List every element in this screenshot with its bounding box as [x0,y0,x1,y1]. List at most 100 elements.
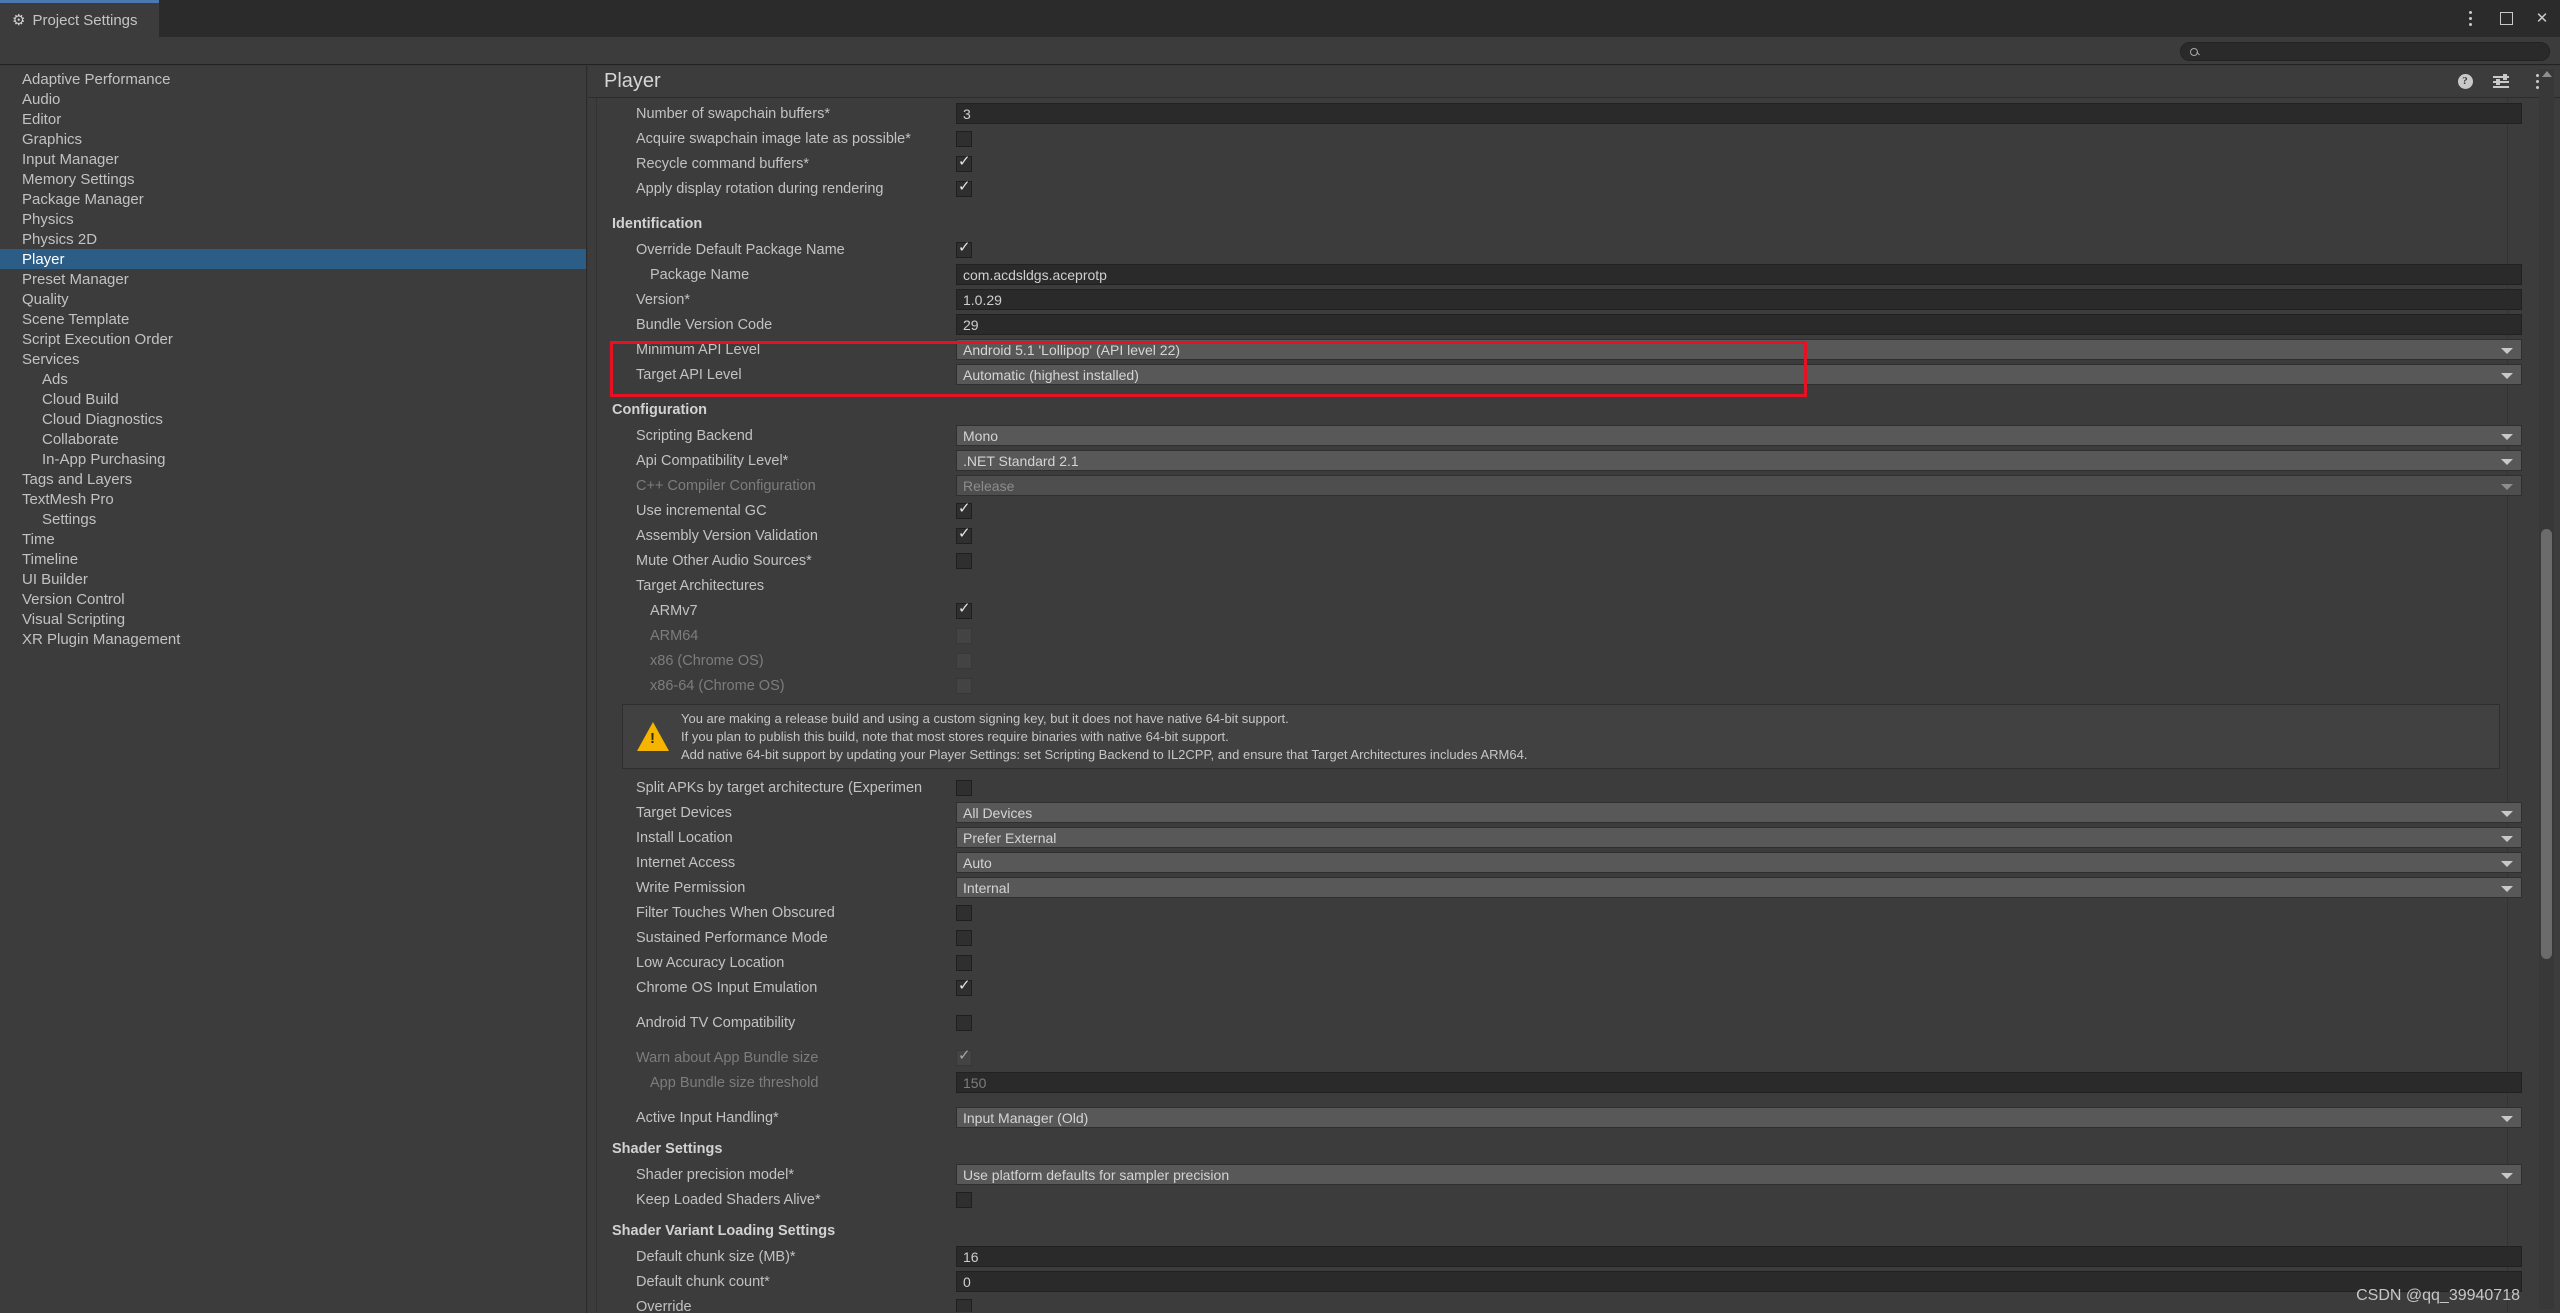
chrome-os-input-emulation-checkbox[interactable] [956,978,972,996]
sidebar-item-adaptive-performance[interactable]: Adaptive Performance [0,69,586,89]
table-row[interactable]: Android TV Compatibility [596,1010,2522,1035]
sidebar-item-physics[interactable]: Physics [0,209,586,229]
table-row[interactable]: Filter Touches When Obscured [596,900,2522,925]
sidebar-item-services[interactable]: Services [0,349,586,369]
table-row[interactable]: Override [596,1294,2522,1312]
minimum-api-level-dropdown[interactable]: Android 5.1 'Lollipop' (API level 22) [956,339,2522,360]
recycle-command-buffers-checkbox[interactable] [956,154,972,172]
table-row[interactable]: Acquire swapchain image late as possible… [596,126,2522,151]
table-row[interactable]: Override Default Package Name [596,237,2522,262]
table-row[interactable]: ARMv7 [596,598,2522,623]
table-row[interactable]: Write Permission Internal [596,875,2522,900]
table-row[interactable]: Target Devices All Devices [596,800,2522,825]
table-row[interactable]: Default chunk size (MB)* 16 [596,1244,2522,1269]
table-row[interactable]: Use incremental GC [596,498,2522,523]
table-row[interactable]: Api Compatibility Level* .NET Standard 2… [596,448,2522,473]
android-tv-compatibility-checkbox[interactable] [956,1014,972,1031]
sidebar-item-tags-and-layers[interactable]: Tags and Layers [0,469,586,489]
override-default-package-name-checkbox[interactable] [956,240,972,258]
sidebar-item-ui-builder[interactable]: UI Builder [0,569,586,589]
sidebar-item-ads[interactable]: Ads [0,369,586,389]
search-field[interactable] [2180,42,2550,61]
sidebar-item-graphics[interactable]: Graphics [0,129,586,149]
api-compatibility-level-dropdown[interactable]: .NET Standard 2.1 [956,450,2522,471]
table-row[interactable]: Default chunk count* 0 [596,1269,2522,1294]
bundle-version-code-input[interactable]: 29 [956,314,2522,335]
sidebar-item-audio[interactable]: Audio [0,89,586,109]
sidebar-item-memory-settings[interactable]: Memory Settings [0,169,586,189]
close-icon[interactable]: ✕ [2532,9,2552,29]
table-row[interactable]: Internet Access Auto [596,850,2522,875]
version-input[interactable]: 1.0.29 [956,289,2522,310]
table-row[interactable]: Install Location Prefer External [596,825,2522,850]
target-devices-dropdown[interactable]: All Devices [956,802,2522,823]
sidebar-item-in-app-purchasing[interactable]: In-App Purchasing [0,449,586,469]
sidebar-item-preset-manager[interactable]: Preset Manager [0,269,586,289]
settings-category-sidebar[interactable]: Adaptive Performance Audio Editor Graphics I… [0,66,587,1313]
default-chunk-size-input[interactable]: 16 [956,1246,2522,1267]
target-api-level-dropdown[interactable]: Automatic (highest installed) [956,364,2522,385]
mute-other-audio-sources-checkbox[interactable] [956,552,972,569]
sidebar-item-cloud-build[interactable]: Cloud Build [0,389,586,409]
swapchain-buffers-input[interactable]: 3 [956,103,2522,124]
default-chunk-count-input[interactable]: 0 [956,1271,2522,1292]
table-row[interactable]: Target API Level Automatic (highest inst… [596,362,2522,387]
kebab-menu-icon[interactable] [2460,9,2480,29]
sidebar-item-version-control[interactable]: Version Control [0,589,586,609]
table-row[interactable]: Low Accuracy Location [596,950,2522,975]
sidebar-item-package-manager[interactable]: Package Manager [0,189,586,209]
scroll-up-arrow-icon[interactable] [2542,71,2552,77]
sidebar-item-player[interactable]: Player [0,249,586,269]
tab-project-settings[interactable]: ⚙ Project Settings [0,3,159,37]
active-input-handling-dropdown[interactable]: Input Manager (Old) [956,1107,2522,1128]
table-row[interactable]: Assembly Version Validation [596,523,2522,548]
sustained-performance-mode-checkbox[interactable] [956,929,972,946]
sidebar-item-collaborate[interactable]: Collaborate [0,429,586,449]
help-icon[interactable]: ? [2456,72,2474,90]
table-row[interactable]: Bundle Version Code 29 [596,312,2522,337]
sidebar-item-editor[interactable]: Editor [0,109,586,129]
sidebar-item-script-execution-order[interactable]: Script Execution Order [0,329,586,349]
table-row[interactable]: Package Name com.acdsldgs.aceprotp [596,262,2522,287]
write-permission-dropdown[interactable]: Internal [956,877,2522,898]
sidebar-item-visual-scripting[interactable]: Visual Scripting [0,609,586,629]
install-location-dropdown[interactable]: Prefer External [956,827,2522,848]
sidebar-item-quality[interactable]: Quality [0,289,586,309]
package-name-input[interactable]: com.acdsldgs.aceprotp [956,264,2522,285]
sidebar-item-xr-plugin-management[interactable]: XR Plugin Management [0,629,586,649]
table-row[interactable]: Sustained Performance Mode [596,925,2522,950]
table-row[interactable]: Version* 1.0.29 [596,287,2522,312]
search-input[interactable] [2204,44,2524,59]
scrollbar-thumb[interactable] [2541,529,2552,959]
table-row[interactable]: Scripting Backend Mono [596,423,2522,448]
split-apks-checkbox[interactable] [956,779,972,796]
sidebar-item-physics-2d[interactable]: Physics 2D [0,229,586,249]
preset-settings-icon[interactable] [2492,72,2510,90]
keep-loaded-shaders-alive-checkbox[interactable] [956,1191,972,1208]
table-row[interactable]: Split APKs by target architecture (Exper… [596,775,2522,800]
vertical-scrollbar[interactable] [2539,69,2554,1309]
maximize-icon[interactable] [2496,9,2516,29]
table-row[interactable]: Minimum API Level Android 5.1 'Lollipop'… [596,337,2522,362]
sidebar-item-timeline[interactable]: Timeline [0,549,586,569]
armv7-checkbox[interactable] [956,601,972,619]
sidebar-item-settings[interactable]: Settings [0,509,586,529]
apply-display-rotation-checkbox[interactable] [956,179,972,197]
sidebar-item-cloud-diagnostics[interactable]: Cloud Diagnostics [0,409,586,429]
scripting-backend-dropdown[interactable]: Mono [956,425,2522,446]
table-row[interactable]: Shader precision model* Use platform def… [596,1162,2522,1187]
sidebar-item-scene-template[interactable]: Scene Template [0,309,586,329]
table-row[interactable]: Apply display rotation during rendering [596,176,2522,201]
filter-touches-checkbox[interactable] [956,904,972,921]
sidebar-item-time[interactable]: Time [0,529,586,549]
override-checkbox[interactable] [956,1298,972,1312]
table-row[interactable]: Number of swapchain buffers* 3 [596,101,2522,126]
low-accuracy-location-checkbox[interactable] [956,954,972,971]
shader-precision-model-dropdown[interactable]: Use platform defaults for sampler precis… [956,1164,2522,1185]
internet-access-dropdown[interactable]: Auto [956,852,2522,873]
table-row[interactable]: Keep Loaded Shaders Alive* [596,1187,2522,1212]
acquire-swapchain-checkbox[interactable] [956,130,972,147]
sidebar-item-input-manager[interactable]: Input Manager [0,149,586,169]
table-row[interactable]: Recycle command buffers* [596,151,2522,176]
sidebar-item-textmesh-pro[interactable]: TextMesh Pro [0,489,586,509]
